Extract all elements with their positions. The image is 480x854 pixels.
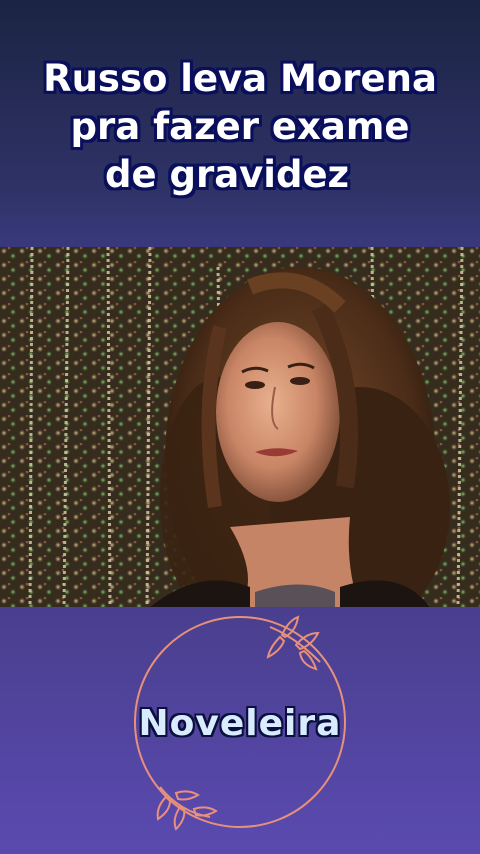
logo-text: Noveleira: [138, 703, 342, 744]
title-line-1: Russo leva Morena: [43, 57, 437, 100]
title-line-3: de gravidez: [105, 153, 350, 196]
video-frame[interactable]: [0, 247, 480, 607]
title: Russo leva Morena pra fazer exame de gra…: [0, 55, 480, 199]
channel-logo: Noveleira: [0, 607, 480, 854]
title-line-2: pra fazer exame: [70, 105, 410, 148]
video-still-image: [0, 247, 480, 607]
